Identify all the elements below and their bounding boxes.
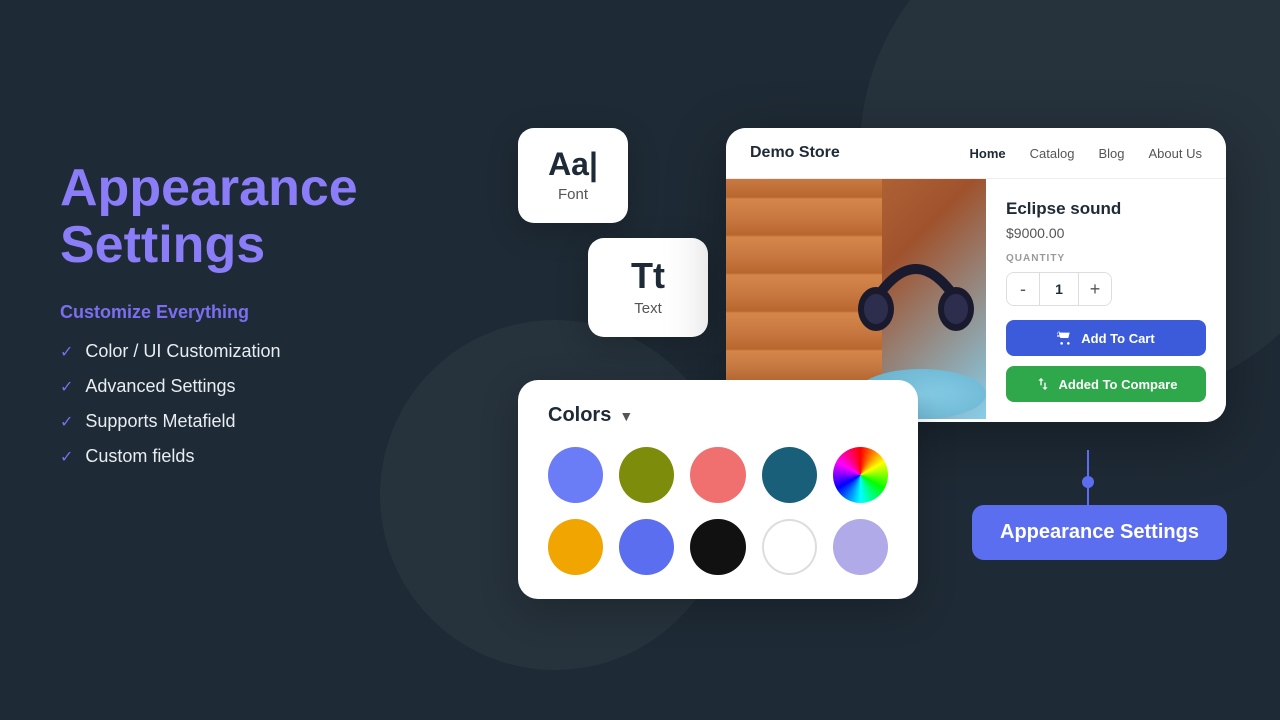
nav-link-home[interactable]: Home <box>970 146 1006 161</box>
added-to-compare-button[interactable]: Added To Compare <box>1006 366 1206 402</box>
swatch-white[interactable] <box>762 519 817 575</box>
added-to-compare-label: Added To Compare <box>1059 377 1178 392</box>
demo-store-name: Demo Store <box>750 144 970 162</box>
feature-item-4: ✓ Custom fields <box>60 446 440 467</box>
swatch-lavender[interactable] <box>833 519 888 575</box>
swatch-blue[interactable] <box>548 447 603 503</box>
product-price: $9000.00 <box>1006 225 1206 241</box>
demo-store-nav: Demo Store Home Catalog Blog About Us <box>726 128 1226 179</box>
swatch-teal[interactable] <box>762 447 817 503</box>
font-card[interactable]: Aa| Font <box>518 128 628 223</box>
swatch-black[interactable] <box>690 519 745 575</box>
feature-item-2: ✓ Advanced Settings <box>60 376 440 397</box>
check-icon-3: ✓ <box>60 412 73 432</box>
nav-link-blog[interactable]: Blog <box>1098 146 1124 161</box>
left-panel: Appearance Settings Customize Everything… <box>60 160 440 481</box>
color-row-1 <box>548 447 888 503</box>
product-info: Eclipse sound $9000.00 QUANTITY - 1 + Ad… <box>986 179 1226 422</box>
swatch-rainbow[interactable] <box>833 447 888 503</box>
color-swatches <box>548 447 888 575</box>
colors-title: Colors <box>548 404 611 427</box>
connector-dot <box>1082 476 1094 488</box>
customize-label: Customize Everything <box>60 302 440 323</box>
compare-icon <box>1035 376 1051 392</box>
product-name: Eclipse sound <box>1006 199 1206 219</box>
check-icon-1: ✓ <box>60 342 73 362</box>
add-to-cart-button[interactable]: Add To Cart <box>1006 320 1206 356</box>
quantity-increase-button[interactable]: + <box>1079 273 1111 305</box>
colors-panel: Colors ▼ <box>518 380 918 599</box>
nav-link-catalog[interactable]: Catalog <box>1030 146 1075 161</box>
font-card-label: Font <box>546 186 600 203</box>
swatch-indigo[interactable] <box>619 519 674 575</box>
quantity-decrease-button[interactable]: - <box>1007 273 1039 305</box>
text-card-label: Text <box>616 300 680 317</box>
nav-link-about[interactable]: About Us <box>1149 146 1202 161</box>
font-card-display: Aa| <box>546 148 600 180</box>
text-type-icon: Tt <box>616 258 680 294</box>
quantity-label: QUANTITY <box>1006 253 1206 264</box>
colors-dropdown-icon[interactable]: ▼ <box>619 408 633 424</box>
add-to-cart-label: Add To Cart <box>1081 331 1154 346</box>
check-icon-2: ✓ <box>60 377 73 397</box>
swatch-salmon[interactable] <box>690 447 745 503</box>
swatch-olive[interactable] <box>619 447 674 503</box>
demo-nav-links: Home Catalog Blog About Us <box>970 146 1202 161</box>
quantity-control: - 1 + <box>1006 272 1112 306</box>
demo-store-card: Demo Store Home Catalog Blog About Us <box>726 128 1226 422</box>
feature-list: ✓ Color / UI Customization ✓ Advanced Se… <box>60 341 440 467</box>
headphone-image <box>856 234 976 364</box>
colors-header[interactable]: Colors ▼ <box>548 404 888 427</box>
color-row-2 <box>548 519 888 575</box>
swatch-orange[interactable] <box>548 519 603 575</box>
text-card[interactable]: Tt Text <box>588 238 708 337</box>
quantity-value: 1 <box>1039 273 1079 305</box>
page-title: Appearance Settings <box>60 160 440 274</box>
feature-item-3: ✓ Supports Metafield <box>60 411 440 432</box>
check-icon-4: ✓ <box>60 447 73 467</box>
cart-icon <box>1057 330 1073 346</box>
appearance-settings-button[interactable]: Appearance Settings <box>972 505 1227 560</box>
feature-item-1: ✓ Color / UI Customization <box>60 341 440 362</box>
